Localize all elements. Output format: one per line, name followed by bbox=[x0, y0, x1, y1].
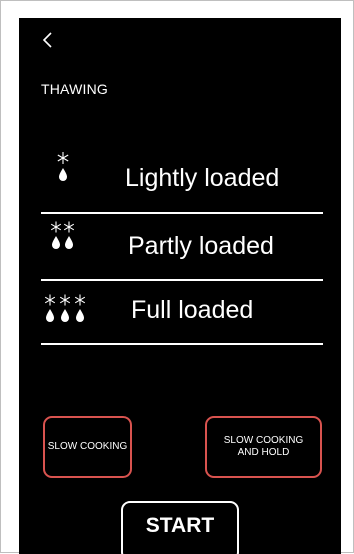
option-label: Full loaded bbox=[131, 296, 254, 324]
option-lightly-loaded[interactable]: Lightly loaded bbox=[41, 144, 323, 208]
option-label: Partly loaded bbox=[128, 232, 274, 260]
page-title: THAWING bbox=[41, 81, 108, 97]
slow-cooking-button[interactable]: SLOW COOKING bbox=[43, 416, 132, 478]
divider bbox=[41, 212, 323, 214]
start-button[interactable]: START bbox=[121, 501, 239, 554]
device-frame: THAWING Lightly loaded Partly loaded Ful… bbox=[0, 0, 354, 554]
screen: THAWING Lightly loaded Partly loaded Ful… bbox=[19, 18, 341, 554]
snowflake-drop-icon bbox=[57, 152, 69, 181]
back-button[interactable] bbox=[39, 29, 59, 51]
slow-cooking-label: SLOW COOKING bbox=[47, 441, 128, 452]
chevron-left-icon bbox=[42, 32, 52, 48]
start-label: START bbox=[145, 514, 215, 537]
slow-cooking-hold-label: SLOW COOKING AND HOLD bbox=[223, 435, 304, 458]
option-full-loaded[interactable]: Full loaded bbox=[41, 282, 323, 346]
slow-cooking-and-hold-button[interactable]: SLOW COOKING AND HOLD bbox=[205, 416, 322, 478]
divider bbox=[41, 343, 323, 345]
option-label: Lightly loaded bbox=[125, 164, 280, 192]
divider bbox=[41, 279, 323, 281]
snowflake-drop-icon bbox=[50, 221, 75, 249]
snowflake-drop-icon bbox=[44, 294, 86, 322]
option-partly-loaded[interactable]: Partly loaded bbox=[41, 216, 323, 280]
